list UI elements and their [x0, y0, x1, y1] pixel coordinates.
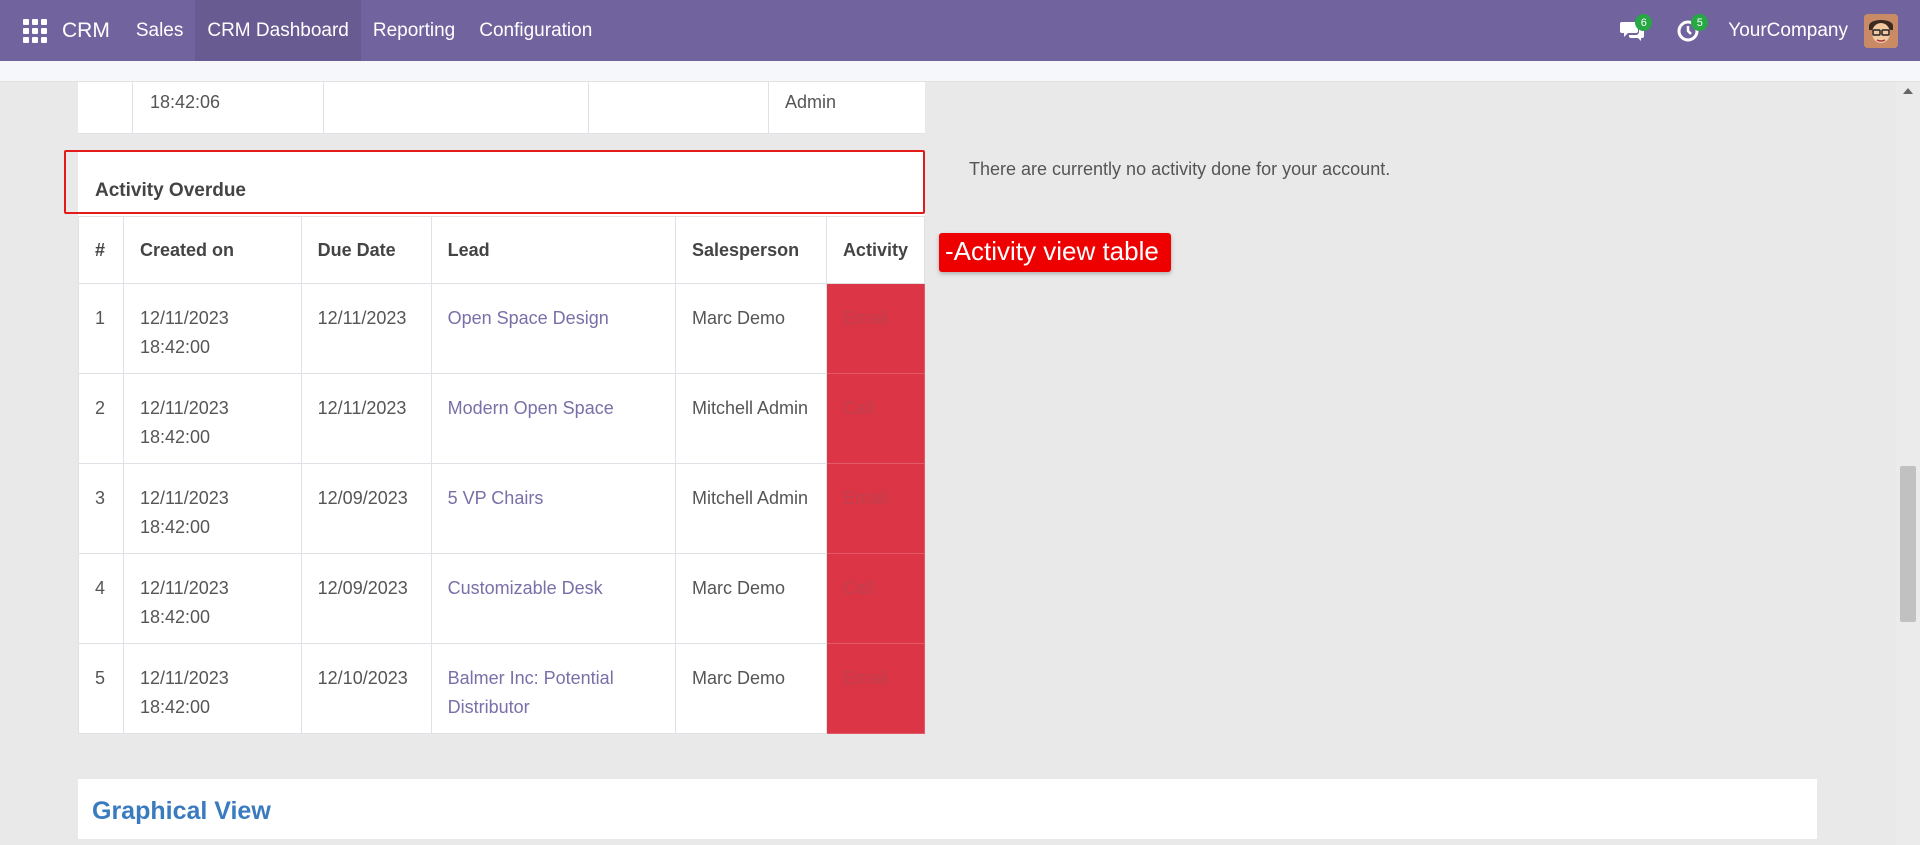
lead-link[interactable]: Open Space Design — [430, 283, 677, 374]
annotation-highlight-box — [64, 150, 925, 214]
menu-reporting[interactable]: Reporting — [361, 0, 467, 61]
activity-type-cell: Email — [825, 643, 926, 734]
due-date-cell: 12/11/2023 — [300, 373, 432, 464]
scroll-up-icon[interactable] — [1903, 88, 1913, 94]
app-menu-button[interactable] — [0, 0, 70, 61]
table-cell — [589, 82, 769, 134]
lead-link[interactable]: Modern Open Space — [430, 373, 677, 464]
menu-crm-dashboard[interactable]: CRM Dashboard — [195, 0, 361, 61]
messages-count-badge: 6 — [1635, 14, 1653, 31]
lead-link[interactable]: Customizable Desk — [430, 553, 677, 644]
table-row: 2 12/11/2023 18:42:00 12/11/2023 Modern O… — [78, 373, 926, 464]
salesperson-cell: Mitchell Admin — [675, 373, 827, 464]
row-number: 5 — [78, 643, 124, 734]
column-header-activity: Activity — [825, 216, 926, 284]
activities-button[interactable]: 5 — [1660, 0, 1716, 61]
activity-type-cell: Email — [825, 463, 926, 554]
salesperson-cell: Marc Demo — [675, 553, 827, 644]
row-number: 3 — [78, 463, 124, 554]
row-number: 1 — [78, 283, 124, 374]
company-switcher[interactable]: YourCompany — [1728, 20, 1848, 42]
created-time: 18:42:00 — [139, 337, 211, 357]
table-row: 4 12/11/2023 18:42:00 12/09/2023 Customiz… — [78, 553, 926, 644]
due-date-cell: 12/10/2023 — [300, 643, 432, 734]
table-row: 5 12/11/2023 18:42:00 12/10/2023 Balmer I… — [78, 643, 926, 734]
created-date: 12/11/2023 — [139, 578, 229, 598]
due-date-cell: 12/09/2023 — [300, 463, 432, 554]
graphical-view-title: Graphical View — [92, 797, 271, 825]
salesperson-cell: Marc Demo — [675, 643, 827, 734]
table-header-row: # Created on Due Date Lead Salesperson A… — [78, 216, 926, 284]
due-date-cell: 12/09/2023 — [300, 553, 432, 644]
due-date-cell: 12/11/2023 — [300, 283, 432, 374]
created-on-cell: 12/11/2023 18:42:00 — [122, 553, 302, 644]
menu-configuration[interactable]: Configuration — [467, 0, 604, 61]
row-number: 2 — [78, 373, 124, 464]
table-row: 3 12/11/2023 18:42:00 12/09/2023 5 VP Cha… — [78, 463, 926, 554]
table-cell: 18:42:06 — [133, 82, 324, 134]
lead-link[interactable]: Balmer Inc: Potential Distributor — [430, 643, 677, 734]
user-avatar[interactable] — [1864, 13, 1898, 48]
column-header-number: # — [78, 216, 124, 284]
top-navbar: CRM Sales CRM Dashboard Reporting Config… — [0, 0, 1920, 61]
created-on-cell: 12/11/2023 18:42:00 — [122, 643, 302, 734]
lead-link[interactable]: 5 VP Chairs — [430, 463, 677, 554]
table-cell — [78, 82, 133, 134]
activity-done-empty-message: There are currently no activity done for… — [969, 159, 1391, 179]
table-cell: Admin — [769, 82, 925, 134]
created-time: 18:42:00 — [139, 697, 211, 717]
activity-type-cell: Call — [825, 373, 926, 464]
created-on-cell: 12/11/2023 18:42:00 — [122, 283, 302, 374]
graphical-view-card: Graphical View — [78, 779, 1817, 839]
created-time: 18:42:06 — [150, 92, 221, 112]
created-date: 12/11/2023 — [139, 308, 229, 328]
table-row: 1 12/11/2023 18:42:00 12/11/2023 Open Spa… — [78, 283, 926, 374]
table-cell — [324, 82, 589, 134]
activity-type-cell: Email — [825, 283, 926, 374]
created-on-cell: 12/11/2023 18:42:00 — [122, 373, 302, 464]
created-date: 12/11/2023 — [139, 488, 229, 508]
column-header-created-on: Created on — [122, 216, 302, 284]
created-time: 18:42:00 — [139, 607, 211, 627]
scrollbar-thumb[interactable] — [1900, 466, 1916, 622]
user-avatar-icon — [1864, 13, 1898, 48]
activity-type-cell: Call — [825, 553, 926, 644]
created-date: 12/11/2023 — [139, 398, 229, 418]
column-header-salesperson: Salesperson — [675, 216, 827, 284]
activities-count-badge: 5 — [1691, 14, 1709, 31]
previous-table-fragment: 18:42:06 Admin — [78, 82, 925, 134]
created-time: 18:42:00 — [139, 427, 211, 447]
control-panel-strip — [0, 61, 1920, 82]
apps-grid-icon — [23, 18, 47, 43]
created-time: 18:42:00 — [139, 517, 211, 537]
activity-overdue-table: # Created on Due Date Lead Salesperson A… — [78, 216, 926, 734]
messages-button[interactable]: 6 — [1604, 0, 1660, 61]
annotation-label: -Activity view table — [939, 233, 1171, 272]
created-on-cell: 12/11/2023 18:42:00 — [122, 463, 302, 554]
page-scrollbar[interactable] — [1896, 82, 1920, 845]
column-header-lead: Lead — [430, 216, 677, 284]
row-number: 4 — [78, 553, 124, 644]
salesperson-name: Admin — [785, 92, 837, 112]
salesperson-cell: Marc Demo — [675, 283, 827, 374]
menu-sales[interactable]: Sales — [124, 0, 196, 61]
column-header-due-date: Due Date — [300, 216, 432, 284]
app-brand[interactable]: CRM — [62, 19, 110, 43]
created-date: 12/11/2023 — [139, 668, 229, 688]
salesperson-cell: Mitchell Admin — [675, 463, 827, 554]
